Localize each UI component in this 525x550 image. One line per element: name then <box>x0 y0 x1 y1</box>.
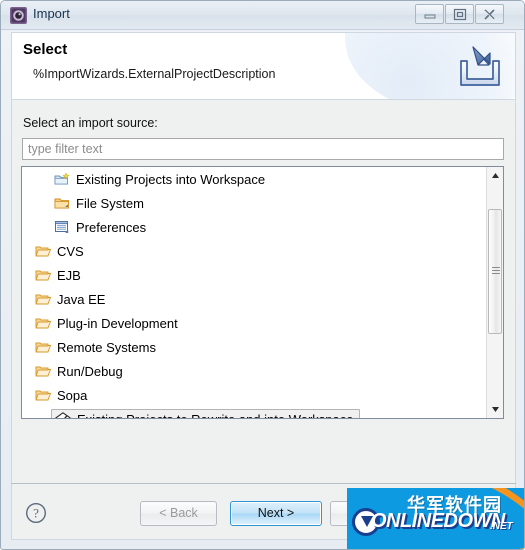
folder-open-icon <box>34 387 52 403</box>
page-description: %ImportWizards.ExternalProjectDescriptio… <box>33 67 276 81</box>
tree-item-content: Preferences <box>53 219 146 235</box>
title-bar: Import <box>1 1 524 30</box>
folder-open-icon <box>34 291 52 307</box>
close-icon <box>484 9 495 21</box>
diamond-check-icon <box>54 411 72 418</box>
tree-item-label: Existing Projects to Rewrite and into Wo… <box>77 412 354 419</box>
tree-item-label: Plug-in Development <box>57 315 178 331</box>
tree-item[interactable]: Existing Projects into Workspace <box>22 167 486 191</box>
tree-item[interactable]: Java EE <box>22 287 486 311</box>
tree-item[interactable]: Run/Debug <box>22 359 486 383</box>
import-source-label: Select an import source: <box>23 116 158 130</box>
folder-open-icon <box>34 315 52 331</box>
import-arrow-into-tray-icon <box>453 43 505 91</box>
tree-vertical-scrollbar[interactable] <box>486 167 503 418</box>
eclipse-wizard-icon <box>10 7 27 24</box>
svg-text:?: ? <box>33 506 39 521</box>
wizard-body: Select an import source: Existing Projec… <box>11 100 516 483</box>
scroll-down-icon[interactable] <box>487 401 503 418</box>
tree-item[interactable]: Existing Projects to Rewrite and into Wo… <box>22 407 486 418</box>
close-button[interactable] <box>475 4 504 24</box>
back-button[interactable]: < Back <box>140 501 217 526</box>
tree-item-label: Existing Projects into Workspace <box>76 171 266 187</box>
tree-item[interactable]: EJB <box>22 263 486 287</box>
page-title: Select <box>23 41 68 58</box>
minimize-icon <box>424 14 436 19</box>
import-wizard-dialog: Import Select %ImportWizards.ExternalPro… <box>0 0 525 550</box>
tree-item-content: Sopa <box>34 387 87 403</box>
tree-item[interactable]: Sopa <box>22 383 486 407</box>
folder-closed-icon <box>53 195 71 211</box>
preferences-icon <box>53 219 71 235</box>
scroll-up-icon[interactable] <box>487 167 503 184</box>
scrollbar-grip-icon <box>492 267 500 276</box>
minimize-button[interactable] <box>415 4 444 24</box>
tree-item[interactable]: Preferences <box>22 215 486 239</box>
tree-item-label: Preferences <box>76 219 147 235</box>
tree-item-content: EJB <box>34 267 81 283</box>
tree-item-content: Remote Systems <box>34 339 156 355</box>
tree-item-selected-box: Existing Projects to Rewrite and into Wo… <box>51 409 360 418</box>
tree-item[interactable]: Remote Systems <box>22 335 486 359</box>
tree-item-label: EJB <box>57 267 81 283</box>
folder-open-icon <box>34 339 52 355</box>
tree-item-content: Plug-in Development <box>34 315 178 331</box>
tree-item-label: Remote Systems <box>57 339 156 355</box>
tree-item[interactable]: Plug-in Development <box>22 311 486 335</box>
tree-item-label: Sopa <box>57 387 88 403</box>
restore-icon <box>453 8 467 21</box>
tree-item-content: Run/Debug <box>34 363 123 379</box>
wizard-header: Select %ImportWizards.ExternalProjectDes… <box>11 32 516 100</box>
filter-input[interactable] <box>22 138 504 160</box>
tree-item-label: CVS <box>57 243 84 259</box>
watermark-brand-text: ONLINEDOWN <box>371 510 505 532</box>
tree-item-label: Java EE <box>57 291 106 307</box>
tree-item-content: File System <box>53 195 144 211</box>
folder-new-icon <box>53 171 71 187</box>
scrollbar-thumb[interactable] <box>488 209 502 334</box>
tree-item-label: File System <box>76 195 144 211</box>
tree-item[interactable]: CVS <box>22 239 486 263</box>
tree-item-label: Run/Debug <box>57 363 123 379</box>
maximize-button[interactable] <box>445 4 474 24</box>
tree-item[interactable]: File System <box>22 191 486 215</box>
next-button[interactable]: Next > <box>230 501 322 526</box>
tree-rows-container[interactable]: Existing Projects into Workspace File Sys… <box>22 167 486 418</box>
tree-item-content: CVS <box>34 243 84 259</box>
tree-item-content: Existing Projects into Workspace <box>53 171 265 187</box>
folder-open-icon <box>34 363 52 379</box>
tree-item-content: Java EE <box>34 291 105 307</box>
window-title: Import <box>33 6 70 21</box>
watermark-tld-text: .NET <box>490 521 513 532</box>
help-button[interactable]: ? <box>25 502 47 524</box>
import-source-tree[interactable]: Existing Projects into Workspace File Sys… <box>21 166 504 419</box>
folder-open-icon <box>34 243 52 259</box>
folder-open-icon <box>34 267 52 283</box>
watermark-overlay: 华军软件园 ONLINEDOWN .NET <box>347 488 524 549</box>
question-mark-icon: ? <box>25 502 47 524</box>
